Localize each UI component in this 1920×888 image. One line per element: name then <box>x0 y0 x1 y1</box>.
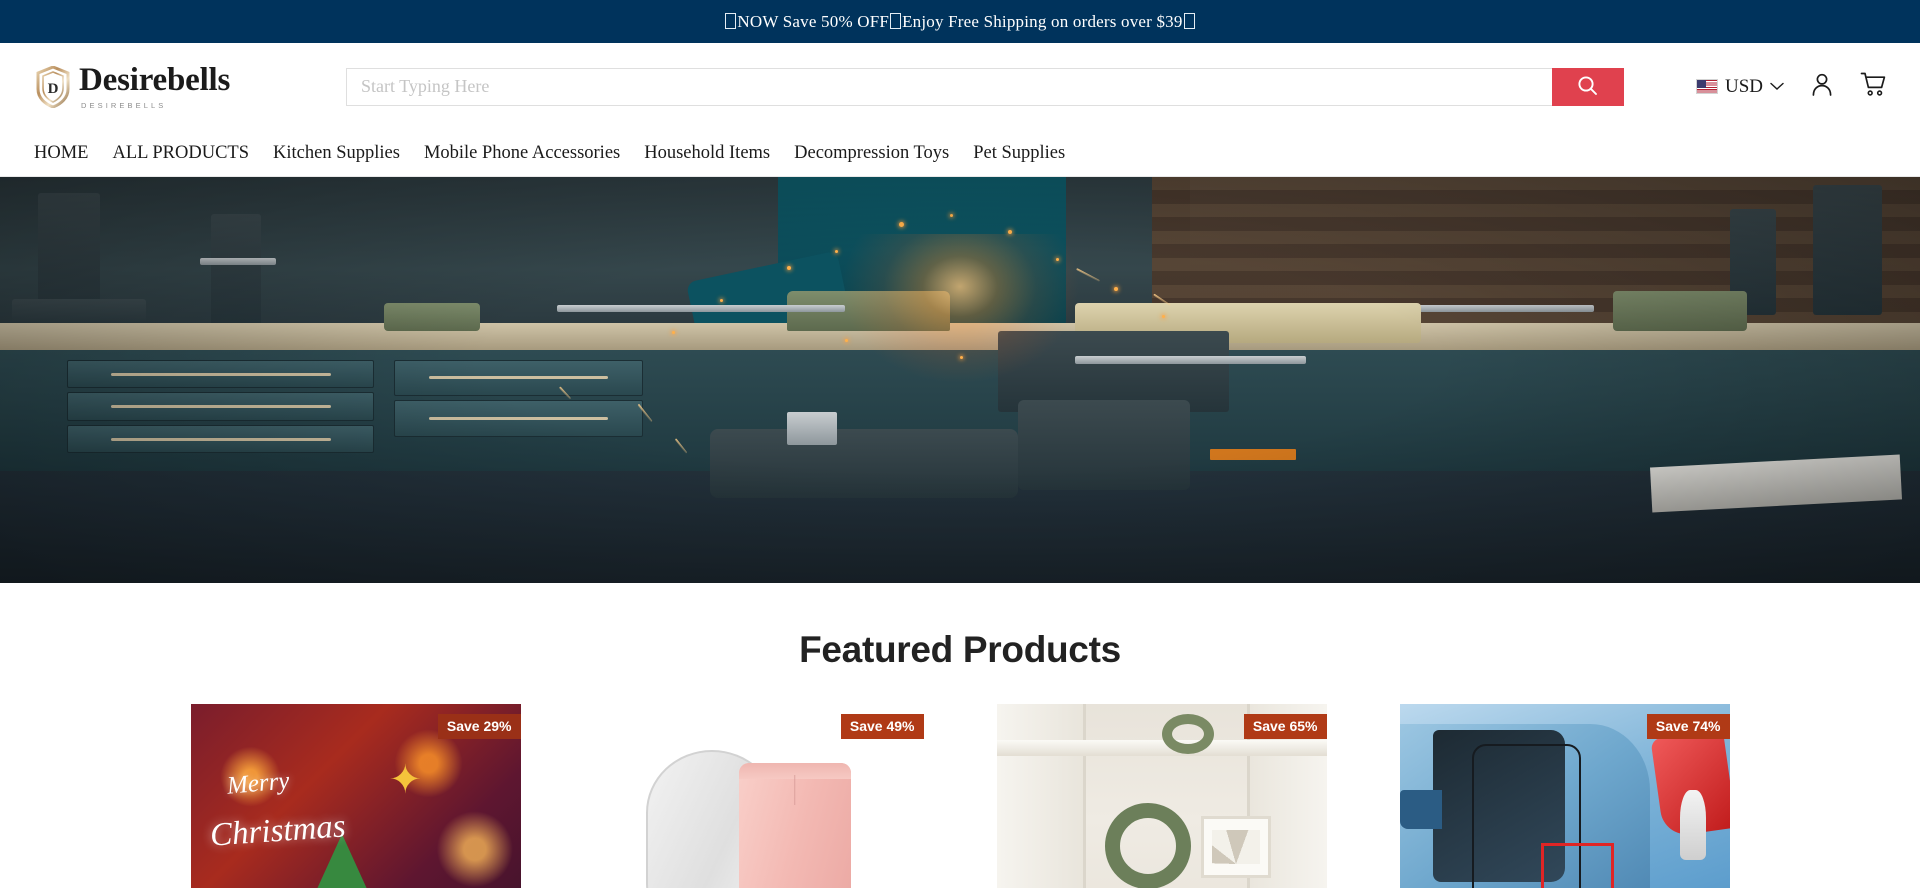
search-icon <box>1577 75 1598 99</box>
nav-item-household-items[interactable]: Household Items <box>632 143 782 164</box>
us-flag-icon <box>1695 79 1718 94</box>
nav-item-all-products[interactable]: ALL PRODUCTS <box>100 143 261 164</box>
search-group <box>345 67 1624 106</box>
search-input[interactable] <box>345 67 1552 106</box>
nav-item-pet-supplies[interactable]: Pet Supplies <box>961 143 1077 164</box>
status-badge: Save 65% <box>1243 714 1327 739</box>
missing-glyph-icon <box>725 12 737 29</box>
featured-products-section: Featured Products ✦ Merry Christmas MUSI… <box>0 583 1920 888</box>
product-card[interactable]: ✦ Merry Christmas MUSIC BOX Save 29% <box>190 704 521 888</box>
nav-item-mobile-phone-accessories[interactable]: Mobile Phone Accessories <box>412 143 632 164</box>
hero-banner[interactable] <box>0 177 1920 583</box>
hero-image <box>0 177 1920 583</box>
logo-wordmark: Desirebells DESIREBELLS <box>79 61 231 110</box>
shield-crest-d-icon: D <box>36 64 70 109</box>
announcement-text-part2: Enjoy Free Shipping on orders over $39 <box>902 11 1183 31</box>
announcement-bar: NOW Save 50% OFF Enjoy Free Shipping on o… <box>0 0 1920 43</box>
announcement-text: NOW Save 50% OFF Enjoy Free Shipping on o… <box>724 12 1195 32</box>
status-badge: Save 49% <box>840 714 924 739</box>
product-card[interactable]: Save 74% <box>1399 704 1730 888</box>
nav-item-kitchen-supplies[interactable]: Kitchen Supplies <box>261 143 412 164</box>
missing-glyph-icon <box>1183 12 1195 29</box>
product-card[interactable]: Save 49% <box>593 704 924 888</box>
currency-label: USD <box>1724 75 1763 97</box>
page-title: Featured Products <box>799 629 1121 670</box>
nav-item-decompression-toys[interactable]: Decompression Toys <box>782 143 961 164</box>
status-badge: Save 29% <box>437 714 521 739</box>
user-account-icon <box>1810 72 1834 102</box>
chevron-down-icon <box>1770 78 1784 96</box>
cart-button[interactable] <box>1860 72 1886 102</box>
site-logo[interactable]: D Desirebells DESIREBELLS <box>36 61 276 110</box>
svg-text:D: D <box>48 81 59 97</box>
search-button[interactable] <box>1551 67 1624 106</box>
star-icon: ✦ <box>388 757 423 803</box>
logo-name: Desirebells <box>79 61 231 98</box>
account-button[interactable] <box>1810 72 1834 102</box>
product-image-caption-1: Merry <box>225 767 291 800</box>
currency-selector[interactable]: USD <box>1695 75 1784 98</box>
main-navigation: HOME ALL PRODUCTS Kitchen Supplies Mobil… <box>0 130 1920 177</box>
site-header: D Desirebells DESIREBELLS Start Typing H… <box>0 43 1920 130</box>
search-area <box>276 67 1656 106</box>
products-grid: ✦ Merry Christmas MUSIC BOX Save 29% Sav… <box>0 704 1920 888</box>
announcement-text-part1: NOW Save 50% OFF <box>737 11 890 31</box>
header-actions: USD <box>1656 72 1886 102</box>
logo-tagline: DESIREBELLS <box>81 100 167 110</box>
nav-item-home[interactable]: HOME <box>22 143 100 164</box>
product-card[interactable]: Save 65% <box>996 704 1327 888</box>
missing-glyph-icon <box>890 12 902 29</box>
status-badge: Save 74% <box>1646 714 1730 739</box>
shopping-cart-icon <box>1860 72 1886 102</box>
